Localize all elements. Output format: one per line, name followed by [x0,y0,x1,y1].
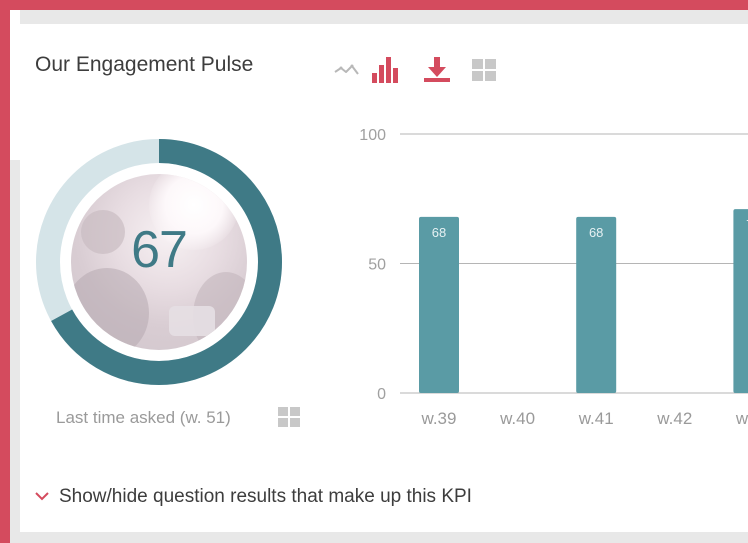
engagement-pulse-card: Our Engagement Pulse 67 Last time asked … [20,24,748,532]
y-tick-label: 100 [359,127,386,144]
left-strip [10,10,20,160]
widget-title: Our Engagement Pulse [35,53,254,76]
kpi-gauge: 67 [34,137,284,387]
grid-icon[interactable] [278,407,300,429]
x-tick-label: w.39 [421,409,457,428]
y-tick-label: 0 [377,386,386,403]
bar-value-label: 68 [432,225,446,240]
chart-toolbar [332,53,552,89]
x-tick-label: w.40 [499,409,535,428]
kpi-value: 67 [131,221,188,279]
chevron-down-icon [35,488,49,506]
download-icon[interactable] [421,53,453,87]
bar-chart-icon[interactable] [369,53,401,87]
bar [419,216,459,393]
grid-icon[interactable] [468,53,500,87]
bar-value-label: 68 [589,225,603,240]
engagement-bar-chart: 05010068w.39w.4068w.41w.4271w.43 [359,127,748,428]
last-asked-label: Last time asked (w. 51) [56,408,231,427]
toggle-label: Show/hide question results that make up … [59,486,472,507]
bar [733,209,748,393]
x-tick-label: w.43 [735,409,748,428]
x-tick-label: w.42 [656,409,692,428]
toggle-question-results[interactable]: Show/hide question results that make up … [35,483,472,511]
x-tick-label: w.41 [578,409,614,428]
top-accent-band [0,0,748,10]
line-chart-icon[interactable] [332,53,364,87]
y-tick-label: 50 [368,257,386,274]
bar [576,216,617,393]
